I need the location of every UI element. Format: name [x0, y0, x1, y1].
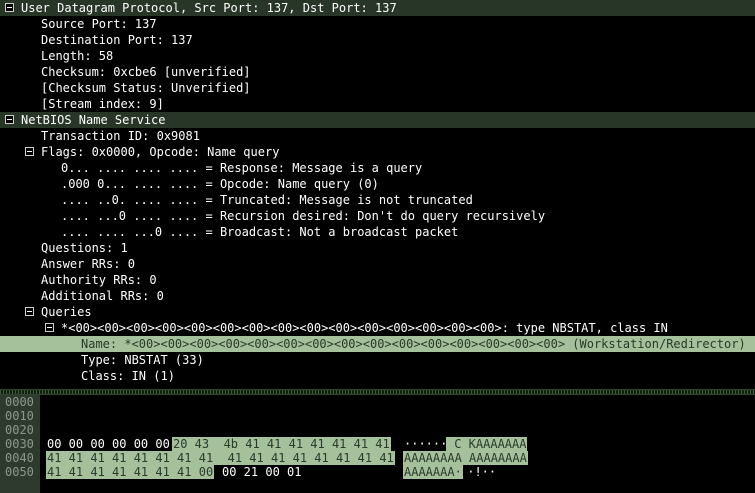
udp-field-row[interactable]: Source Port: 137 [0, 16, 755, 32]
offset-gutter: 0000 0010 0020 0030 0040 0050 [0, 395, 40, 493]
transaction-id-field: Transaction ID: 0x9081 [41, 129, 200, 143]
questions-field: Questions: 1 [41, 241, 128, 255]
udp-header-row[interactable]: User Datagram Protocol, Src Port: 137, D… [0, 0, 755, 16]
flags-row[interactable]: Flags: 0x0000, Opcode: Name query [0, 144, 755, 160]
ascii-bytes-highlighted[interactable]: AAAAAAA· [403, 465, 463, 479]
hex-bytes[interactable]: 00 00 00 00 00 00 [46, 437, 171, 451]
nbns-field-row[interactable]: Authority RRs: 0 [0, 272, 755, 288]
hex-bytes-highlighted[interactable]: 41 41 41 41 41 41 41 41 41 41 41 41 41 4… [46, 451, 395, 465]
flag-bit-row[interactable]: .... ...0 .... .... = Recursion desired:… [0, 208, 755, 224]
queries-row[interactable]: Queries [0, 304, 755, 320]
collapse-udp-icon[interactable] [5, 3, 14, 12]
nbns-header-label: NetBIOS Name Service [21, 113, 166, 127]
offset-label: 0010 [5, 409, 34, 423]
hex-bytes-highlighted[interactable]: 41 41 41 41 41 41 41 00 [46, 465, 215, 479]
collapse-flags-icon[interactable] [25, 147, 34, 156]
flag-bit-row[interactable]: .000 0... .... .... = Opcode: Name query… [0, 176, 755, 192]
collapse-query-entry-icon[interactable] [45, 323, 54, 332]
ascii-bytes[interactable]: ······ [403, 437, 448, 451]
additional-rrs-field: Additional RRs: 0 [41, 289, 164, 303]
query-name-row-selected[interactable]: Name: *<00><00><00><00><00><00><00><00><… [0, 336, 755, 352]
udp-field-row[interactable]: [Stream index: 9] [0, 96, 755, 112]
response-flag: 0... .... .... .... = Response: Message … [61, 161, 423, 175]
stream-index-field: [Stream index: 9] [41, 97, 164, 111]
offset-label: 0020 [5, 423, 34, 437]
nbns-header-row[interactable]: NetBIOS Name Service [0, 112, 755, 128]
flag-bit-row[interactable]: .... ..0. .... .... = Truncated: Message… [0, 192, 755, 208]
query-name-field: Name: *<00><00><00><00><00><00><00><00><… [81, 337, 746, 351]
offset-label: 0040 [5, 451, 34, 465]
broadcast-flag: .... .... ...0 .... = Broadcast: Not a b… [61, 225, 459, 239]
queries-label: Queries [41, 305, 92, 319]
ascii-bytes-highlighted[interactable]: C KAAAAAAA [446, 437, 528, 451]
udp-header-label: User Datagram Protocol, Src Port: 137, D… [21, 1, 397, 15]
checksum-status-field: [Checksum Status: Unverified] [41, 81, 251, 95]
udp-field-row[interactable]: [Checksum Status: Unverified] [0, 80, 755, 96]
destination-port-field: Destination Port: 137 [41, 33, 193, 47]
query-field-row[interactable]: Class: IN (1) [0, 368, 755, 384]
offset-label: 0030 [5, 437, 34, 451]
truncated-flag: .... ..0. .... .... = Truncated: Message… [61, 193, 473, 207]
query-field-row[interactable]: Type: NBSTAT (33) [0, 352, 755, 368]
ascii-bytes-highlighted[interactable]: AAAAAAAA AAAAAAAA [403, 451, 528, 465]
collapse-queries-icon[interactable] [25, 307, 34, 316]
length-field: Length: 58 [41, 49, 114, 63]
nbns-field-row[interactable]: Additional RRs: 0 [0, 288, 755, 304]
udp-field-row[interactable]: Length: 58 [0, 48, 755, 64]
flag-bit-row[interactable]: .... .... ...0 .... = Broadcast: Not a b… [0, 224, 755, 240]
nbns-field-row[interactable]: Questions: 1 [0, 240, 755, 256]
offset-label: 0000 [5, 395, 34, 409]
query-entry-row[interactable]: *<00><00><00><00><00><00><00><00><00><00… [0, 320, 755, 336]
hex-bytes-highlighted[interactable]: 20 43 4b 41 41 41 41 41 41 41 [172, 437, 391, 451]
packet-bytes-pane: 0000 0010 0020 0030 0040 0050 00 00 00 0… [0, 395, 755, 493]
udp-field-row[interactable]: Checksum: 0xcbe6 [unverified] [0, 64, 755, 80]
opcode-flag: .000 0... .... .... = Opcode: Name query… [61, 177, 379, 191]
answer-rrs-field: Answer RRs: 0 [41, 257, 135, 271]
nbns-field-row[interactable]: Transaction ID: 0x9081 [0, 128, 755, 144]
query-class-field: Class: IN (1) [81, 369, 175, 383]
nbns-field-row[interactable]: Answer RRs: 0 [0, 256, 755, 272]
authority-rrs-field: Authority RRs: 0 [41, 273, 157, 287]
source-port-field: Source Port: 137 [41, 17, 157, 31]
query-type-field: Type: NBSTAT (33) [81, 353, 204, 367]
collapse-nbns-icon[interactable] [5, 115, 14, 124]
recursion-flag: .... ...0 .... .... = Recursion desired:… [61, 209, 546, 223]
flags-label: Flags: 0x0000, Opcode: Name query [41, 145, 280, 159]
query-entry-label: *<00><00><00><00><00><00><00><00><00><00… [61, 321, 668, 335]
flag-bit-row[interactable]: 0... .... .... .... = Response: Message … [0, 160, 755, 176]
checksum-field: Checksum: 0xcbe6 [unverified] [41, 65, 251, 79]
udp-field-row[interactable]: Destination Port: 137 [0, 32, 755, 48]
hex-bytes[interactable]: 00 21 00 01 [221, 465, 302, 479]
packet-details-pane: User Datagram Protocol, Src Port: 137, D… [0, 0, 755, 389]
ascii-bytes[interactable]: ·!·· [459, 465, 497, 479]
offset-label: 0050 [5, 465, 34, 479]
